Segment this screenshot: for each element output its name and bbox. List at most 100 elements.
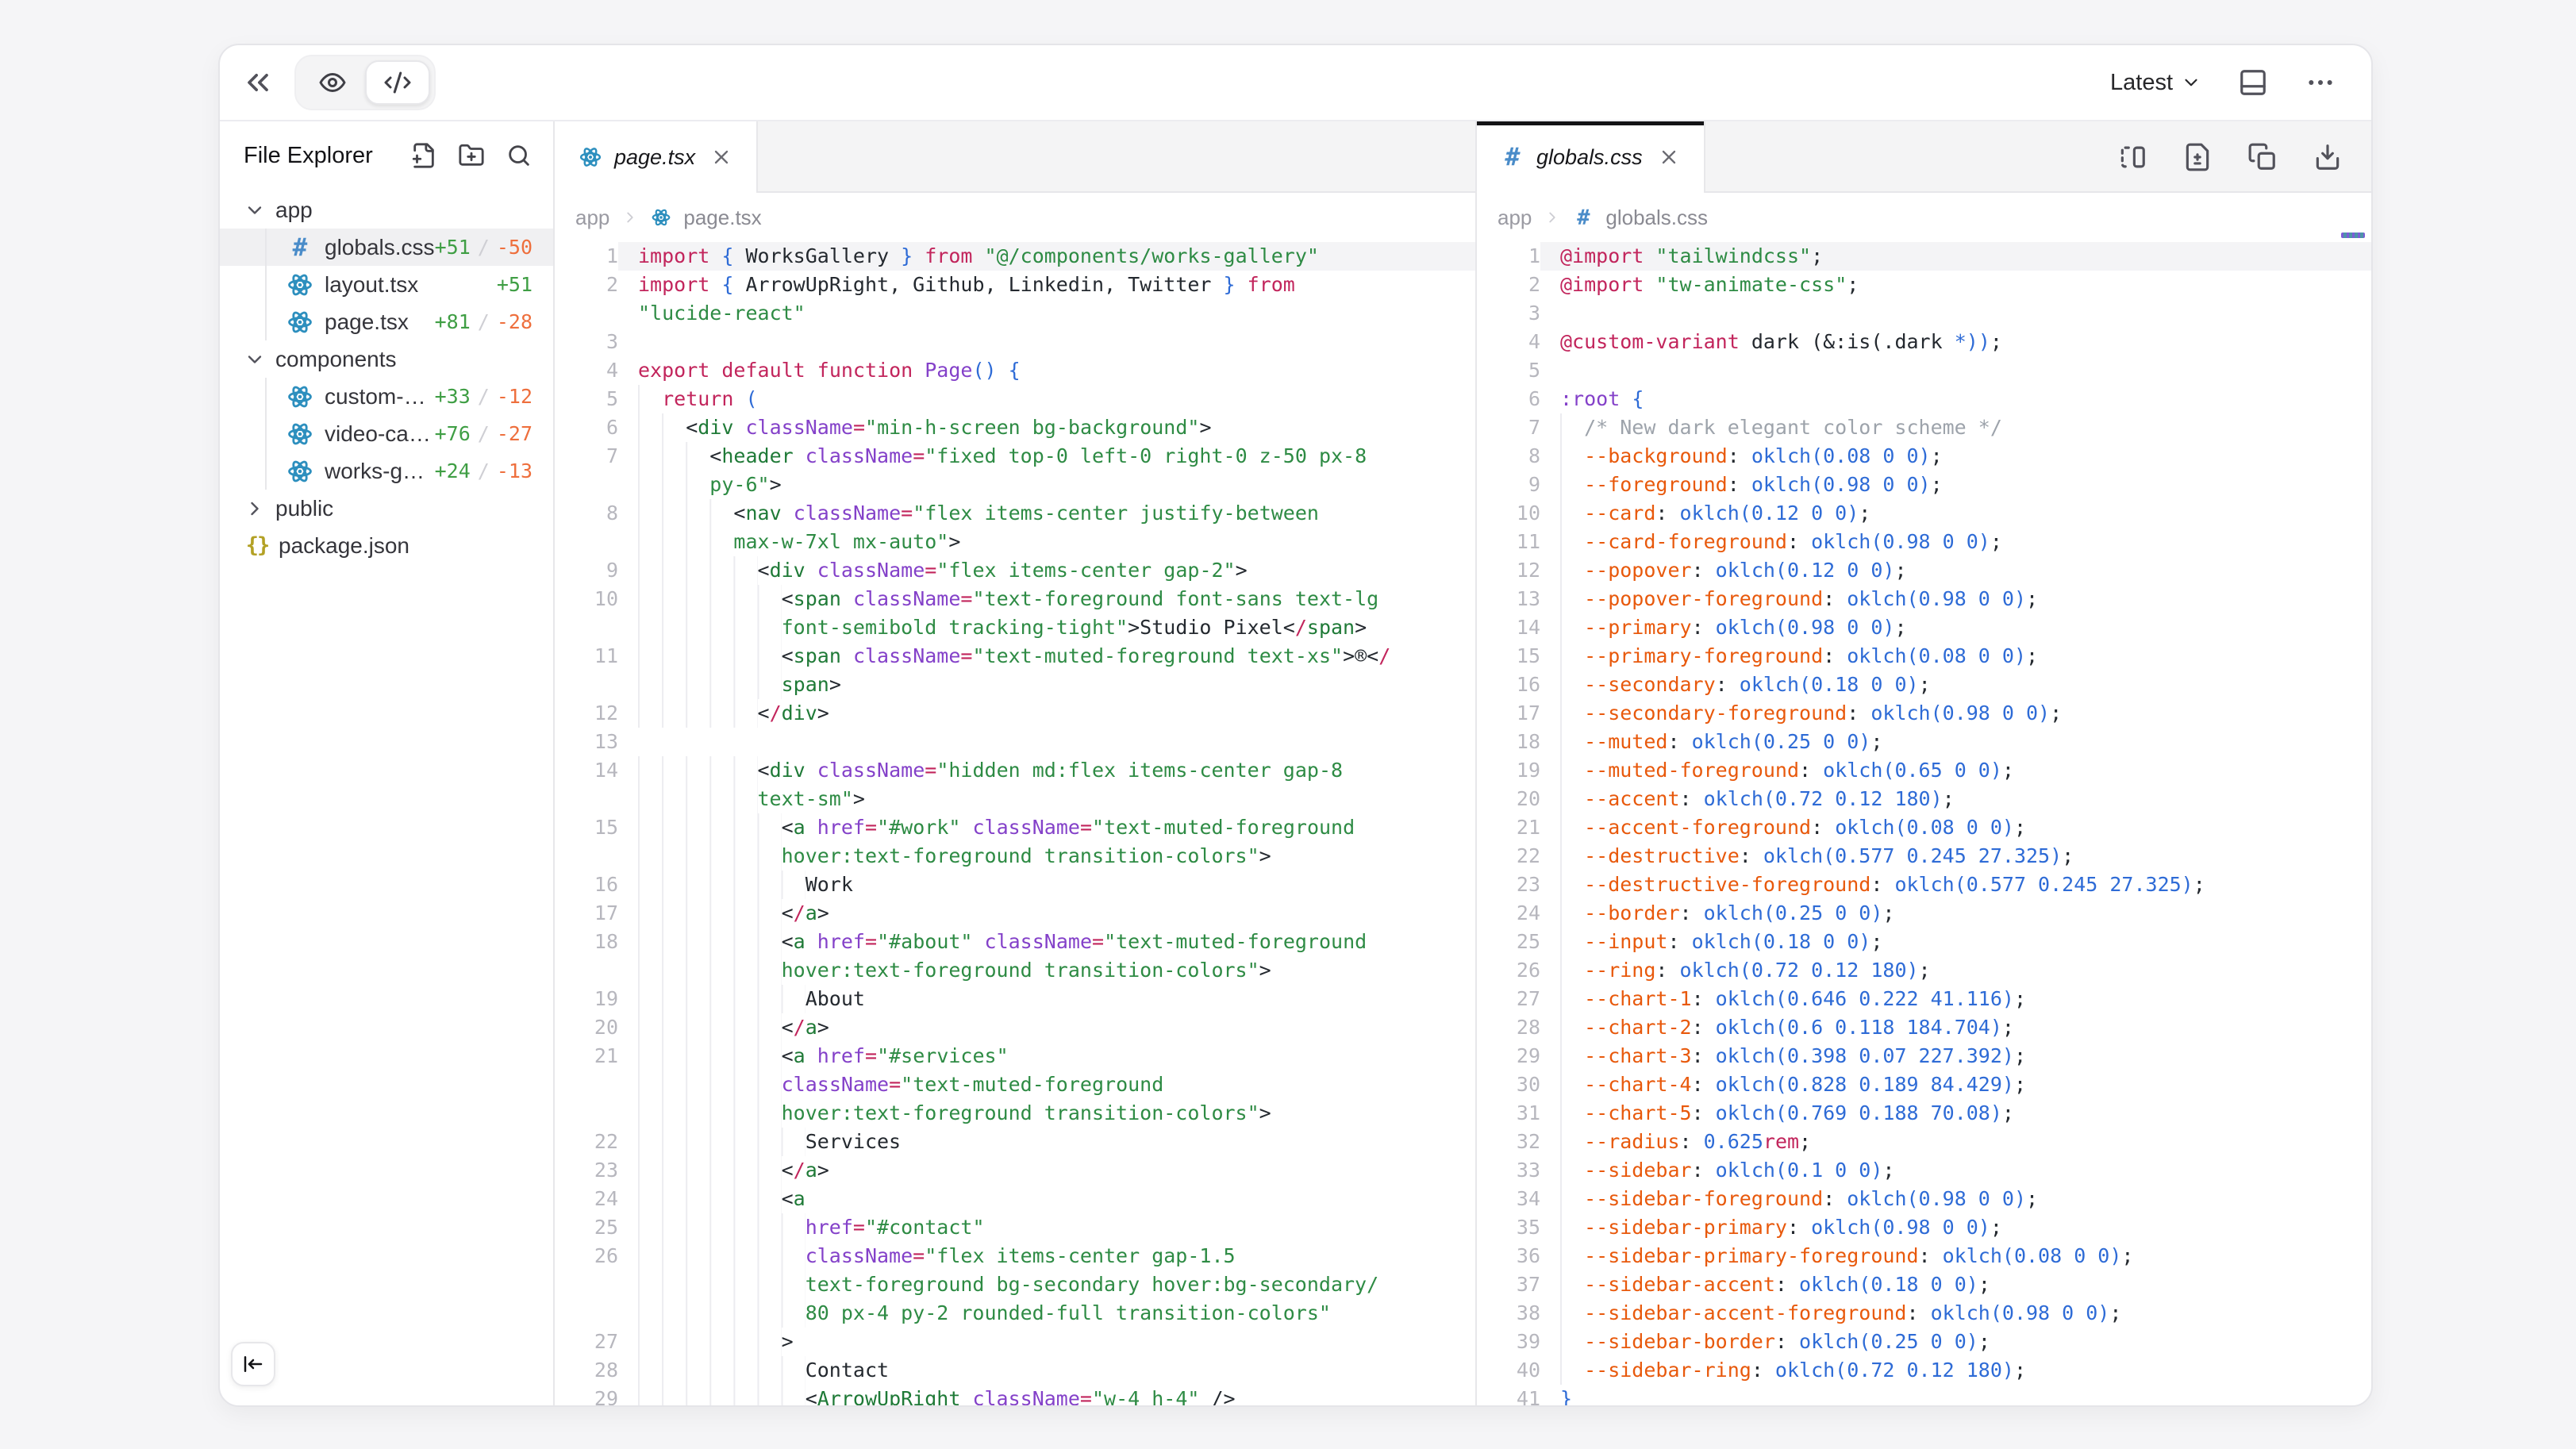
file-tree-item[interactable]: components — [220, 340, 553, 378]
code-line[interactable]: 14<div className="hidden md:flex items-c… — [555, 756, 1475, 785]
breadcrumb-root[interactable]: app — [575, 206, 609, 230]
code-line[interactable]: 30--chart-4: oklch(0.828 0.189 84.429); — [1477, 1070, 2371, 1099]
file-tree-item[interactable]: #globals.css+51/-50 — [220, 229, 553, 266]
code-line[interactable]: 38--sidebar-accent-foreground: oklch(0.9… — [1477, 1299, 2371, 1328]
code-line[interactable]: 21<a href="#services" — [555, 1042, 1475, 1070]
code-line[interactable]: 35--sidebar-primary: oklch(0.98 0 0); — [1477, 1213, 2371, 1242]
code-line[interactable]: 4@custom-variant dark (&:is(.dark *)); — [1477, 328, 2371, 356]
code-line[interactable]: 22Services — [555, 1128, 1475, 1156]
code-line[interactable]: 16--secondary: oklch(0.18 0 0); — [1477, 671, 2371, 699]
code-line[interactable]: 18<a href="#about" className="text-muted… — [555, 928, 1475, 956]
breadcrumb-root[interactable]: app — [1498, 206, 1532, 230]
code-line[interactable]: 21--accent-foreground: oklch(0.08 0 0); — [1477, 813, 2371, 842]
collapse-panel-icon[interactable] — [240, 65, 275, 100]
code-line[interactable]: 7<header className="fixed top-0 left-0 r… — [555, 442, 1475, 471]
code-line[interactable]: 10--card: oklch(0.12 0 0); — [1477, 499, 2371, 528]
code-editor-page-tsx[interactable]: 1import { WorksGallery } from "@/compone… — [555, 242, 1475, 1405]
code-line[interactable]: hover:text-foreground transition-colors"… — [555, 842, 1475, 871]
file-tree-item[interactable]: layout.tsx+51 — [220, 266, 553, 303]
split-editor-icon[interactable] — [2117, 142, 2147, 172]
code-line[interactable]: 33--sidebar: oklch(0.1 0 0); — [1477, 1156, 2371, 1185]
code-line[interactable]: 8<nav className="flex items-center justi… — [555, 499, 1475, 528]
code-line[interactable]: 17--secondary-foreground: oklch(0.98 0 0… — [1477, 699, 2371, 728]
file-tree-item[interactable]: public — [220, 490, 553, 527]
code-line[interactable]: 10<span className="text-foreground font-… — [555, 585, 1475, 613]
code-line[interactable]: 9<div className="flex items-center gap-2… — [555, 556, 1475, 585]
code-line[interactable]: 24--border: oklch(0.25 0 0); — [1477, 899, 2371, 928]
code-line[interactable]: 5return ( — [555, 385, 1475, 413]
code-line[interactable]: 5 — [1477, 356, 2371, 385]
tab-page-tsx[interactable]: page.tsx — [555, 121, 758, 193]
code-line[interactable]: 19--muted-foreground: oklch(0.65 0 0); — [1477, 756, 2371, 785]
file-tree-item[interactable]: page.tsx+81/-28 — [220, 303, 553, 340]
code-line[interactable]: 15<a href="#work" className="text-muted-… — [555, 813, 1475, 842]
code-line[interactable]: 15--primary-foreground: oklch(0.08 0 0); — [1477, 642, 2371, 671]
code-line[interactable]: 1@import "tailwindcss"; — [1477, 242, 2371, 271]
code-line[interactable]: className="text-muted-foreground — [555, 1070, 1475, 1099]
code-line[interactable]: 6<div className="min-h-screen bg-backgro… — [555, 413, 1475, 442]
code-line[interactable]: 8--background: oklch(0.08 0 0); — [1477, 442, 2371, 471]
code-line[interactable]: 27> — [555, 1328, 1475, 1356]
preview-toggle-button[interactable] — [300, 60, 365, 105]
code-line[interactable]: 37--sidebar-accent: oklch(0.18 0 0); — [1477, 1270, 2371, 1299]
tab-globals-css[interactable]: # globals.css — [1477, 121, 1705, 193]
scrollbar-horizontal[interactable] — [2341, 233, 2365, 238]
code-line[interactable]: 26className="flex items-center gap-1.5 — [555, 1242, 1475, 1270]
code-line[interactable]: 40--sidebar-ring: oklch(0.72 0.12 180); — [1477, 1356, 2371, 1385]
code-line[interactable]: text-sm"> — [555, 785, 1475, 813]
close-tab-icon[interactable] — [1658, 146, 1680, 168]
code-line[interactable]: 31--chart-5: oklch(0.769 0.188 70.08); — [1477, 1099, 2371, 1128]
code-line[interactable]: 17</a> — [555, 899, 1475, 928]
code-line[interactable]: max-w-7xl mx-auto"> — [555, 528, 1475, 556]
code-line[interactable]: 39--sidebar-border: oklch(0.25 0 0); — [1477, 1328, 2371, 1356]
code-line[interactable]: 14--primary: oklch(0.98 0 0); — [1477, 613, 2371, 642]
code-line[interactable]: 22--destructive: oklch(0.577 0.245 27.32… — [1477, 842, 2371, 871]
code-line[interactable]: span> — [555, 671, 1475, 699]
code-line[interactable]: hover:text-foreground transition-colors"… — [555, 1099, 1475, 1128]
file-tree-item[interactable]: video-card.tsx+76/-27 — [220, 415, 553, 452]
code-line[interactable]: py-6"> — [555, 471, 1475, 499]
code-line[interactable]: 1import { WorksGallery } from "@/compone… — [555, 242, 1475, 271]
code-line[interactable]: 29--chart-3: oklch(0.398 0.07 227.392); — [1477, 1042, 2371, 1070]
code-line[interactable]: 19About — [555, 985, 1475, 1013]
code-line[interactable]: 20--accent: oklch(0.72 0.12 180); — [1477, 785, 2371, 813]
code-line[interactable]: 24<a — [555, 1185, 1475, 1213]
new-folder-icon[interactable] — [458, 142, 485, 169]
code-line[interactable]: 9--foreground: oklch(0.98 0 0); — [1477, 471, 2371, 499]
code-line[interactable]: 12</div> — [555, 699, 1475, 728]
code-line[interactable]: 23--destructive-foreground: oklch(0.577 … — [1477, 871, 2371, 899]
code-toggle-button[interactable] — [365, 60, 430, 105]
code-line[interactable]: 27--chart-1: oklch(0.646 0.222 41.116); — [1477, 985, 2371, 1013]
code-line[interactable]: 23</a> — [555, 1156, 1475, 1185]
code-line[interactable]: 25--input: oklch(0.18 0 0); — [1477, 928, 2371, 956]
download-icon[interactable] — [2313, 142, 2343, 172]
code-line[interactable]: 25href="#contact" — [555, 1213, 1475, 1242]
file-tree-item[interactable]: {}package.json — [220, 527, 553, 564]
code-line[interactable]: 29<ArrowUpRight className="w-4 h-4" /> — [555, 1385, 1475, 1405]
close-tab-icon[interactable] — [710, 146, 732, 168]
code-line[interactable]: 2@import "tw-animate-css"; — [1477, 271, 2371, 299]
file-diff-icon[interactable] — [2182, 142, 2213, 172]
code-line[interactable]: 18--muted: oklch(0.25 0 0); — [1477, 728, 2371, 756]
code-line[interactable]: 2import { ArrowUpRight, Github, Linkedin… — [555, 271, 1475, 299]
code-line[interactable]: 34--sidebar-foreground: oklch(0.98 0 0); — [1477, 1185, 2371, 1213]
copy-icon[interactable] — [2247, 142, 2278, 172]
code-line[interactable]: 20</a> — [555, 1013, 1475, 1042]
collapse-explorer-button[interactable] — [231, 1342, 275, 1386]
version-dropdown[interactable]: Latest — [2110, 70, 2201, 96]
code-line[interactable]: 13--popover-foreground: oklch(0.98 0 0); — [1477, 585, 2371, 613]
code-line[interactable]: 4export default function Page() { — [555, 356, 1475, 385]
code-line[interactable]: 80 px-4 py-2 rounded-full transition-col… — [555, 1299, 1475, 1328]
code-line[interactable]: 13 — [555, 728, 1475, 756]
code-line[interactable]: hover:text-foreground transition-colors"… — [555, 956, 1475, 985]
code-line[interactable]: 3 — [1477, 299, 2371, 328]
code-line[interactable]: 6:root { — [1477, 385, 2371, 413]
search-icon[interactable] — [506, 142, 533, 169]
code-line[interactable]: 41} — [1477, 1385, 2371, 1405]
panel-bottom-icon[interactable] — [2238, 67, 2268, 98]
code-line[interactable]: text-foreground bg-secondary hover:bg-se… — [555, 1270, 1475, 1299]
code-editor-globals-css[interactable]: 1@import "tailwindcss";2@import "tw-anim… — [1477, 242, 2371, 1405]
code-line[interactable]: 32--radius: 0.625rem; — [1477, 1128, 2371, 1156]
code-line[interactable]: 12--popover: oklch(0.12 0 0); — [1477, 556, 2371, 585]
code-line[interactable]: 3 — [555, 328, 1475, 356]
